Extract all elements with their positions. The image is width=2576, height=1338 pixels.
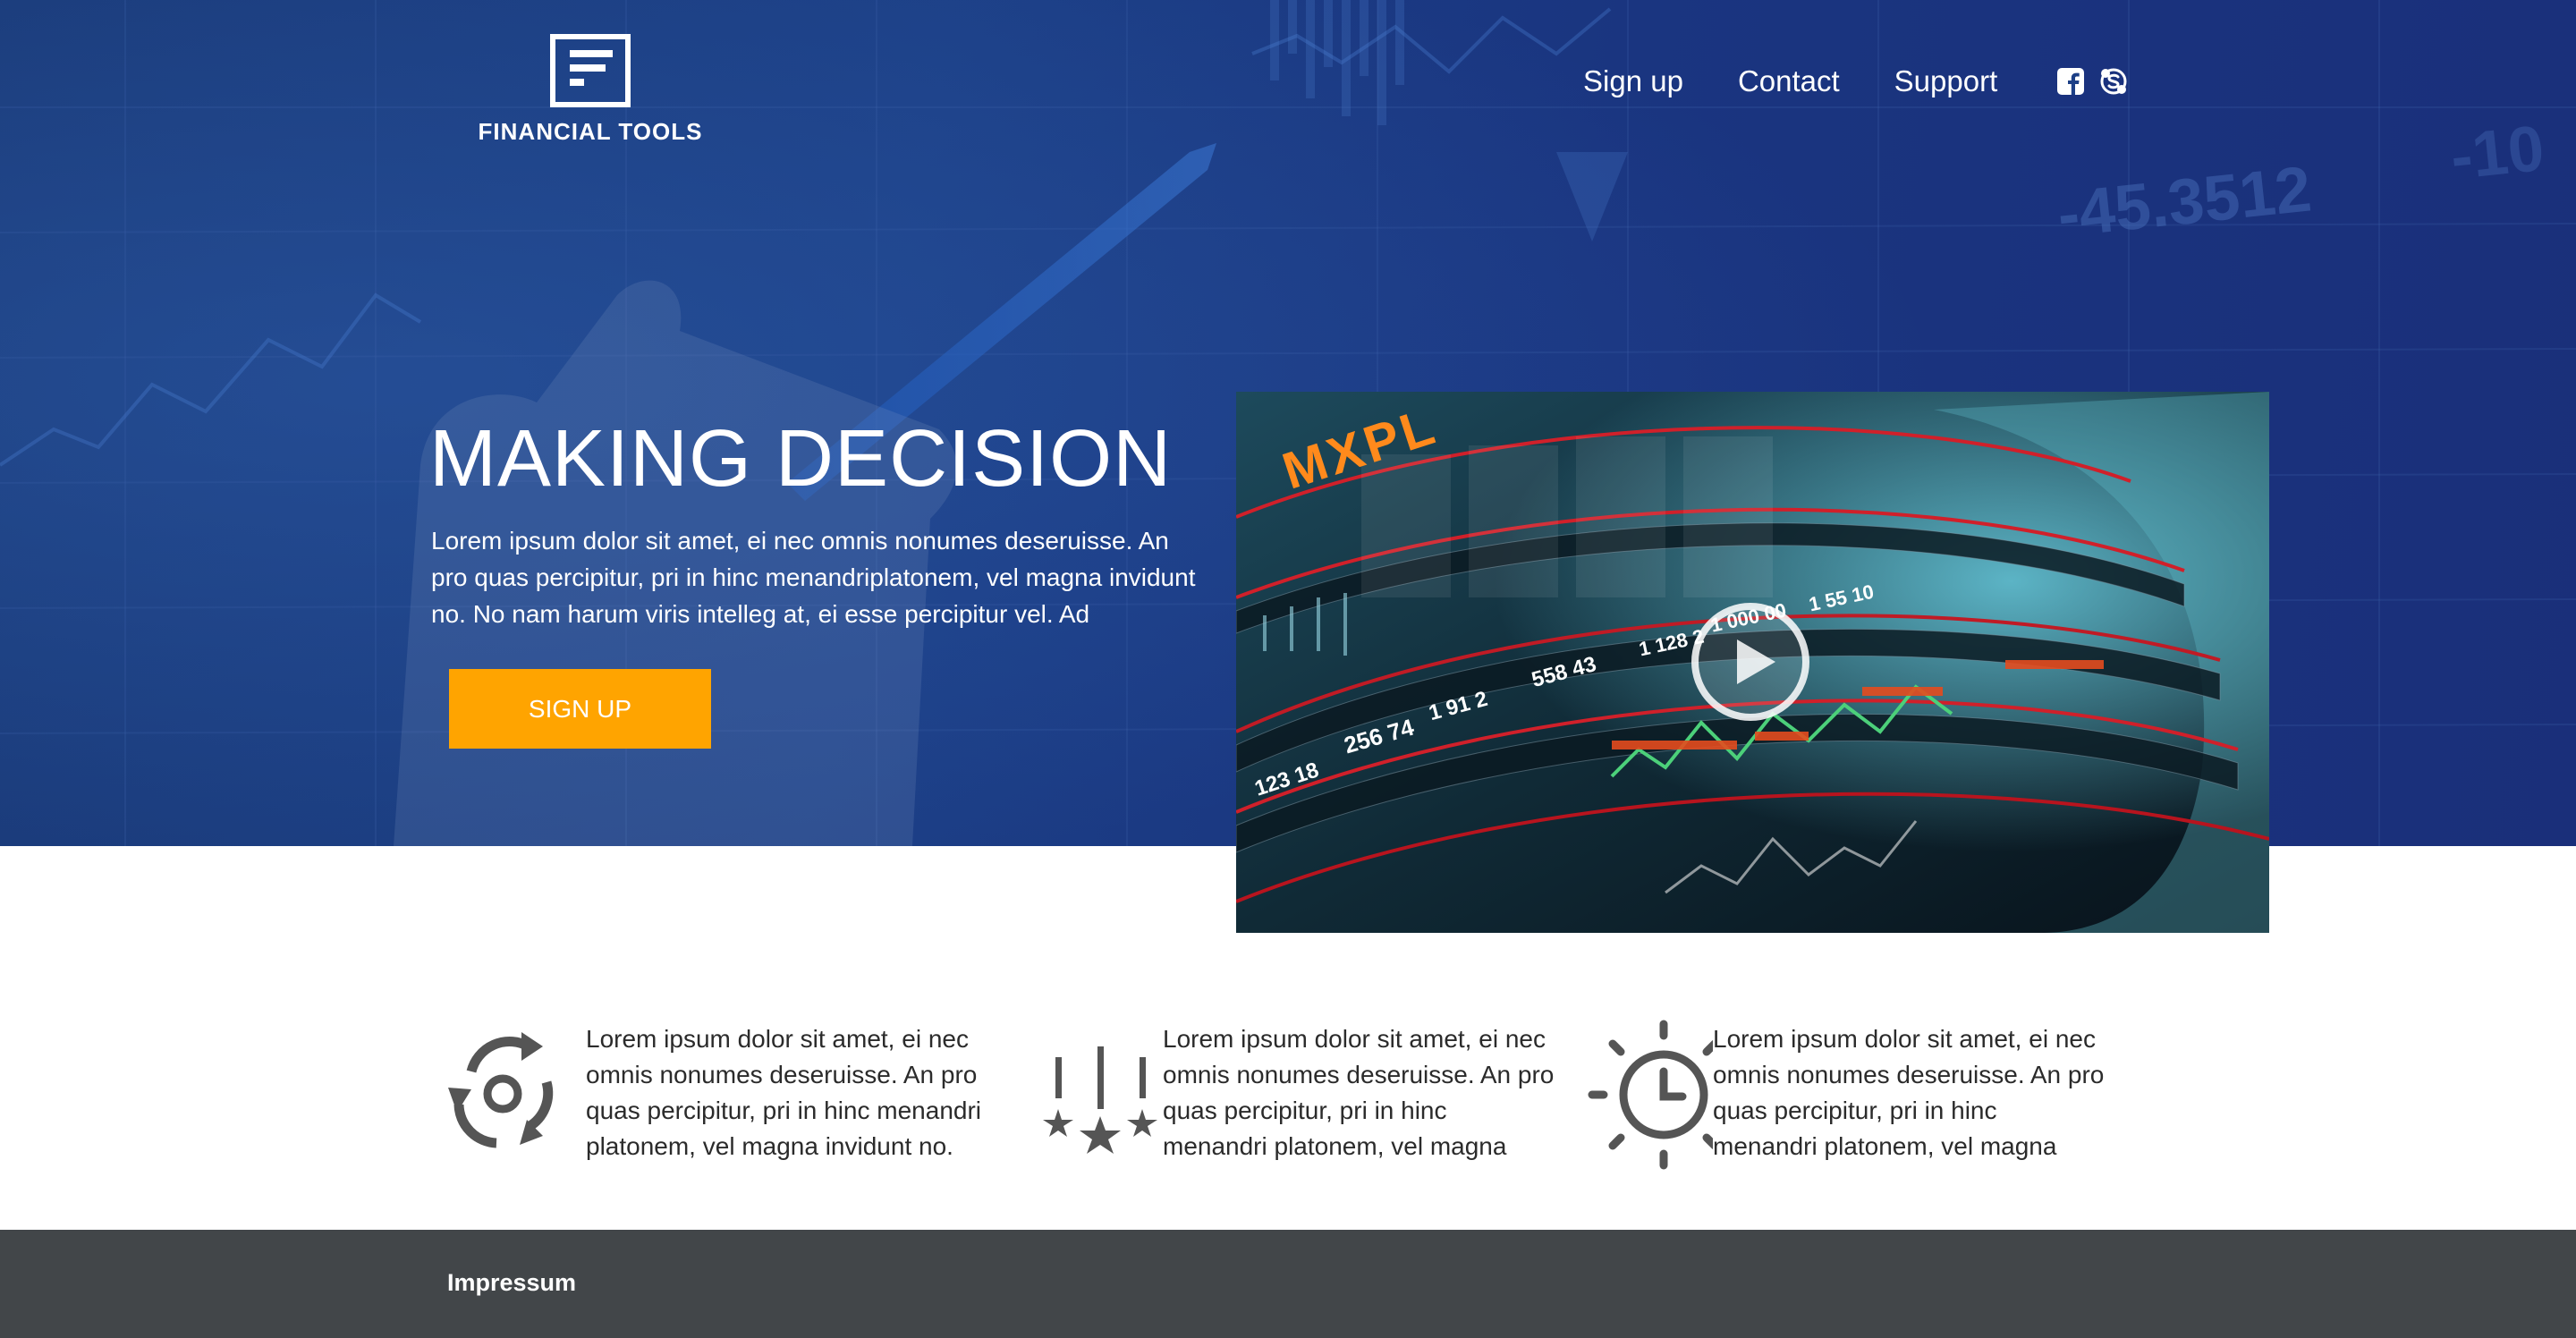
nav-contact-link[interactable]: Contact [1738, 64, 1840, 98]
brand-name: FINANCIAL TOOLS [478, 118, 703, 145]
footer: Impressum [0, 1230, 2576, 1338]
feature-text-2: Lorem ipsum dolor sit amet, ei nec omnis… [1163, 1025, 1555, 1160]
brand-logo[interactable]: FINANCIAL TOOLS [474, 34, 707, 146]
feature-text-3: Lorem ipsum dolor sit amet, ei nec omnis… [1713, 1025, 2105, 1160]
facebook-icon[interactable] [2056, 67, 2085, 96]
hero-description: Lorem ipsum dolor sit amet, ei nec omnis… [431, 527, 1196, 628]
feature-text-1: Lorem ipsum dolor sit amet, ei nec omnis… [586, 1025, 982, 1160]
refresh-cycle-icon [448, 1032, 554, 1148]
nav-signup-link[interactable]: Sign up [1583, 64, 1683, 98]
hero-title: MAKING DECISION [429, 414, 1173, 504]
logo-f-icon [550, 34, 631, 107]
social-links [2056, 67, 2128, 96]
feature-item-3: Lorem ipsum dolor sit amet, ei nec omnis… [1588, 1020, 2106, 1172]
nav-support-link[interactable]: Support [1894, 64, 1998, 98]
video-player[interactable]: MXPL 1 55 10 1 000 00 1 128 2 558 43 1 9… [1236, 392, 2269, 933]
feature-item-2: Lorem ipsum dolor sit amet, ei nec omnis… [1038, 1020, 1556, 1172]
play-icon[interactable] [1688, 599, 1813, 724]
signup-button[interactable]: SIGN UP [449, 669, 711, 749]
bg-number-2: -10 [2447, 112, 2547, 194]
feature-item-1: Lorem ipsum dolor sit amet, ei nec omnis… [443, 1020, 997, 1172]
skype-icon[interactable] [2099, 67, 2128, 96]
top-nav: Sign up Contact Support [1583, 64, 2128, 98]
falling-stars-icon [1043, 1046, 1157, 1154]
footer-impressum-link[interactable]: Impressum [447, 1269, 576, 1297]
sun-clock-icon [1588, 1020, 1713, 1170]
